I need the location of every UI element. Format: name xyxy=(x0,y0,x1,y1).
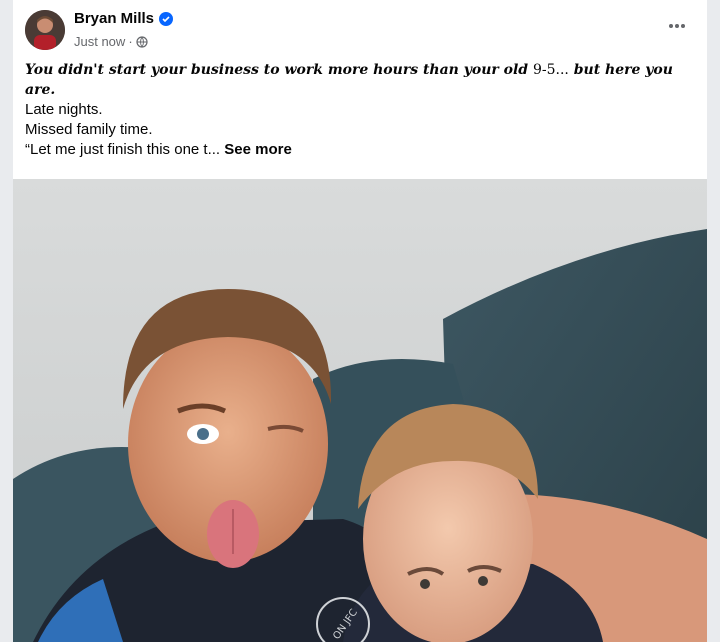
meta-separator: · xyxy=(128,34,133,49)
post-text: You didn't start your business to work m… xyxy=(25,60,689,160)
headline-part-2: 9-5... xyxy=(532,62,569,78)
author-name[interactable]: Bryan Mills xyxy=(74,10,154,27)
headline-part-1: You didn't start your business to work m… xyxy=(25,62,533,78)
post-header: Bryan Mills Just now · xyxy=(13,0,707,60)
verified-badge-icon xyxy=(159,11,174,26)
more-options-icon[interactable] xyxy=(665,14,689,38)
post-headline: You didn't start your business to work m… xyxy=(25,60,689,100)
post-line: Late nights. xyxy=(25,101,103,118)
post-line: “Let me just finish this one t... xyxy=(25,141,221,158)
globe-icon[interactable] xyxy=(136,35,148,48)
post-line: Missed family time. xyxy=(25,121,153,138)
post-line-truncated: “Let me just finish this one t... See mo… xyxy=(25,140,689,160)
author-name-row: Bryan Mills xyxy=(74,10,174,27)
see-more-link[interactable]: See more xyxy=(224,141,292,158)
timestamp[interactable]: Just now xyxy=(74,34,125,49)
post-meta: Just now · xyxy=(74,34,148,49)
post-card: Bryan Mills Just now · You didn't start … xyxy=(13,0,707,642)
author-avatar[interactable] xyxy=(25,10,65,50)
post-photo[interactable]: ON JFC xyxy=(13,179,707,642)
